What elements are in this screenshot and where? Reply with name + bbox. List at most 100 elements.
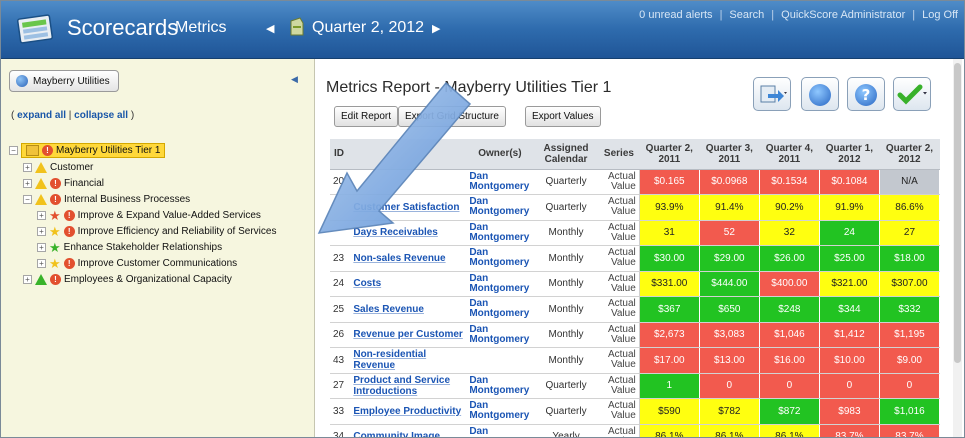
owner-link[interactable] (466, 347, 534, 374)
expand-toggle-icon[interactable]: + (37, 226, 46, 236)
tree-node-stakeholder[interactable]: + ★ Enhance Stakeholder Relationships (37, 240, 222, 254)
owner-link[interactable]: Dan Montgomery (466, 245, 534, 272)
metric-name-link[interactable]: Revenue per Customer (350, 322, 467, 348)
value-cell[interactable]: 86.1% (638, 423, 700, 437)
value-cell[interactable]: $18.00 (878, 245, 940, 272)
value-cell[interactable]: 0 (878, 372, 940, 399)
value-cell[interactable]: $444.00 (698, 270, 760, 297)
value-cell[interactable]: $0.1534 (758, 168, 820, 195)
expand-toggle-icon[interactable]: + (23, 274, 32, 284)
metric-name-link[interactable] (350, 169, 467, 195)
value-cell[interactable]: N/A (878, 168, 940, 195)
value-cell[interactable]: 83.7% (878, 423, 940, 437)
export-menu-button[interactable] (753, 77, 791, 111)
value-cell[interactable]: $367 (638, 296, 700, 323)
metric-name-link[interactable]: Employee Productivity (350, 398, 467, 425)
metric-name-link[interactable]: Sales Revenue (350, 296, 467, 323)
value-cell[interactable]: 86.1% (758, 423, 820, 437)
table-row[interactable]: 27 Product and Service Introductions Dan M… (330, 372, 940, 399)
value-cell[interactable]: $16.00 (758, 347, 820, 374)
logoff-link[interactable]: Log Off (922, 9, 958, 21)
value-cell[interactable]: $400.00 (758, 270, 820, 297)
collapse-toggle-icon[interactable]: − (9, 145, 18, 155)
value-cell[interactable]: $25.00 (818, 245, 880, 272)
table-row[interactable]: Days Receivables Dan Montgomery Monthly Act… (330, 219, 940, 246)
value-cell[interactable]: $26.00 (758, 245, 820, 272)
value-cell[interactable]: 91.9% (818, 194, 880, 221)
tree-node-communications[interactable]: + ★ ! Improve Customer Communications (37, 256, 237, 270)
value-cell[interactable]: $1,046 (758, 321, 820, 348)
owner-link[interactable]: Dan Montgomery (466, 373, 534, 399)
metric-name-link[interactable]: Non-sales Revenue (350, 245, 467, 272)
table-row[interactable]: 24 Costs Dan Montgomery Monthly Actual Value… (330, 270, 940, 297)
value-cell[interactable]: 83.7% (818, 423, 880, 437)
value-cell[interactable]: 27 (878, 219, 940, 246)
table-row[interactable]: 23 Non-sales Revenue Dan Montgomery Monthly… (330, 245, 940, 272)
value-cell[interactable]: $13.00 (698, 347, 760, 374)
value-cell[interactable]: 32 (758, 219, 820, 246)
value-cell[interactable]: $307.00 (878, 270, 940, 297)
expand-toggle-icon[interactable]: + (37, 210, 46, 220)
metric-name-link[interactable]: Days Receivables (350, 220, 467, 246)
history-button[interactable] (801, 77, 839, 111)
tree-root-selected[interactable]: ! Mayberry Utilities Tier 1 (21, 142, 166, 158)
collapse-toggle-icon[interactable]: − (23, 194, 32, 204)
value-cell[interactable]: $1,195 (878, 321, 940, 348)
value-cell[interactable]: $29.00 (698, 245, 760, 272)
metric-name-link[interactable]: Costs (350, 271, 467, 297)
expand-toggle-icon[interactable]: + (23, 178, 32, 188)
table-row[interactable]: 33 Employee Productivity Dan Montgomery Qua… (330, 398, 940, 425)
expand-all-link[interactable]: expand all (17, 110, 66, 121)
tree-node-efficiency[interactable]: + ★ ! Improve Efficiency and Reliability… (37, 224, 276, 238)
owner-link[interactable]: Dan Montgomery (466, 398, 534, 425)
user-link[interactable]: QuickScore Administrator (781, 9, 905, 21)
value-cell[interactable]: $344 (818, 296, 880, 323)
column-header-period[interactable]: Quarter 2, 2011 (639, 139, 700, 170)
column-header-series[interactable]: Series (598, 139, 640, 170)
metric-name-link[interactable]: Product and Service Introductions (350, 373, 467, 399)
value-cell[interactable]: $9.00 (878, 347, 940, 374)
value-cell[interactable]: $0.1084 (818, 168, 880, 195)
metric-name-link[interactable]: Non-residential Revenue (350, 347, 467, 374)
owner-link[interactable]: Dan Montgomery (466, 220, 534, 246)
owner-link[interactable]: Dan Montgomery (466, 194, 534, 221)
value-cell[interactable]: $332 (878, 296, 940, 323)
value-cell[interactable]: $248 (758, 296, 820, 323)
export-values-button[interactable]: Export Values (525, 106, 601, 127)
approve-menu-button[interactable] (893, 77, 931, 111)
app-title[interactable]: Scorecards (67, 15, 178, 41)
module-title[interactable]: Metrics (175, 19, 227, 37)
expand-toggle-icon[interactable]: + (37, 258, 46, 268)
value-cell[interactable]: $983 (818, 398, 880, 425)
owner-link[interactable]: Dan Montgomery (466, 271, 534, 297)
owner-link[interactable]: Dan Montgomery (466, 424, 534, 437)
column-header-period[interactable]: Quarter 4, 2011 (759, 139, 820, 170)
expand-toggle-icon[interactable]: + (23, 162, 32, 172)
value-cell[interactable]: $30.00 (638, 245, 700, 272)
column-header-period[interactable]: Quarter 2, 2012 (879, 139, 940, 170)
table-row[interactable]: 34Community ImageDan MontgomeryYearlyAct… (330, 423, 940, 437)
value-cell[interactable]: 0 (758, 372, 820, 399)
value-cell[interactable]: $0.0968 (698, 168, 760, 195)
value-cell[interactable]: $1,016 (878, 398, 940, 425)
table-row[interactable]: 20 Dan Montgomery Quarterly Actual Value $0.… (330, 168, 940, 195)
value-cell[interactable]: 31 (638, 219, 700, 246)
tree-node-employees[interactable]: + ! Employees & Organizational Capacity (23, 272, 232, 286)
unread-alerts-link[interactable]: 0 unread alerts (639, 9, 712, 21)
help-button[interactable]: ? (847, 77, 885, 111)
table-row[interactable]: 43 Non-residential Revenue Monthly Actual V… (330, 347, 940, 374)
metric-name-link[interactable]: Community Image (350, 424, 467, 437)
value-cell[interactable]: 52 (698, 219, 760, 246)
metric-name-link[interactable]: Customer Satisfaction (350, 194, 467, 221)
value-cell[interactable]: 86.1% (698, 423, 760, 437)
value-cell[interactable]: $872 (758, 398, 820, 425)
value-cell[interactable]: 91.4% (698, 194, 760, 221)
value-cell[interactable]: 0 (698, 372, 760, 399)
value-cell[interactable]: $17.00 (638, 347, 700, 374)
tree-node-value-added[interactable]: + ★ ! Improve & Expand Value-Added Servi… (37, 208, 261, 222)
scope-selector-button[interactable]: Mayberry Utilities (9, 70, 119, 92)
column-header-period[interactable]: Quarter 1, 2012 (819, 139, 880, 170)
value-cell[interactable]: 24 (818, 219, 880, 246)
owner-link[interactable]: Dan Montgomery (466, 296, 534, 323)
tree-node-customer[interactable]: + Customer (23, 160, 93, 174)
